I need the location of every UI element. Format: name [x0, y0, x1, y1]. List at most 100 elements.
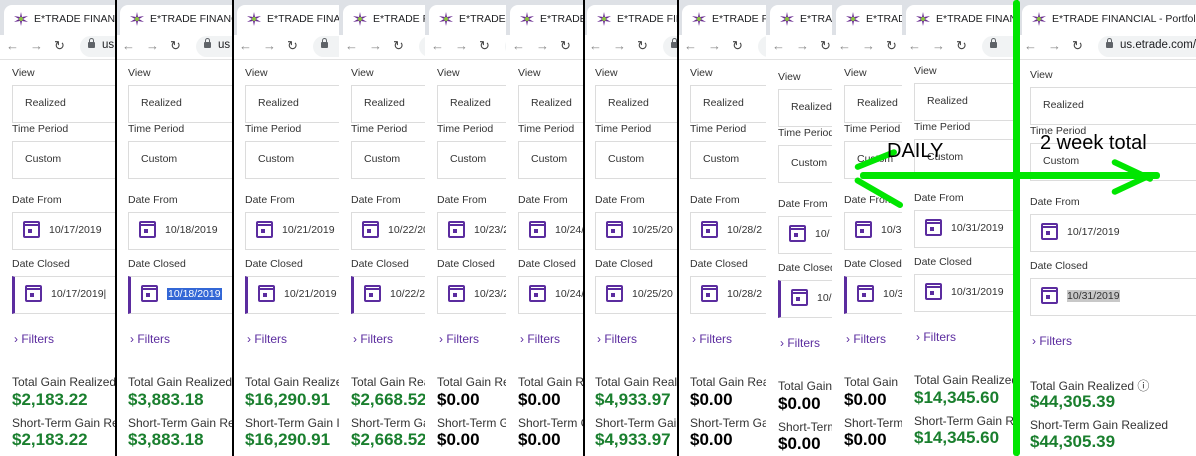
browser-tab[interactable]: E*TRADE FINANC	[429, 5, 506, 35]
calendar-icon[interactable]	[364, 285, 381, 302]
view-select[interactable]: Realized	[914, 83, 1016, 121]
reload-icon[interactable]: ↻	[820, 38, 831, 54]
calendar-icon[interactable]	[606, 285, 623, 302]
reload-icon[interactable]: ↻	[886, 38, 897, 54]
date-closed-input[interactable]: 10/	[778, 280, 832, 318]
reload-icon[interactable]: ↻	[637, 38, 648, 54]
back-icon[interactable]: ←	[512, 38, 525, 54]
browser-tab[interactable]: E*TRADE FINANC	[587, 5, 678, 35]
reload-icon[interactable]: ↻	[560, 38, 571, 54]
time-period-select[interactable]: Custom	[437, 141, 506, 179]
date-closed-input[interactable]: 10/21/2019	[245, 276, 339, 314]
date-from-input[interactable]: 10/23/20	[437, 212, 506, 250]
date-from-input[interactable]: 10/18/2019	[128, 212, 232, 250]
filters-toggle[interactable]: › Filters	[846, 332, 886, 346]
time-period-select[interactable]: Custom	[778, 145, 832, 183]
date-closed-input[interactable]: 10/23/20	[437, 276, 506, 314]
date-from-input[interactable]: 10/31/2019	[914, 210, 1016, 248]
filters-toggle[interactable]: › Filters	[780, 336, 820, 350]
calendar-icon[interactable]	[258, 285, 275, 302]
calendar-icon[interactable]	[362, 221, 379, 238]
date-closed-input[interactable]: 10/18/2019	[128, 276, 232, 314]
time-period-select[interactable]: Custom	[690, 141, 766, 179]
address-bar[interactable]	[982, 36, 1016, 57]
address-bar[interactable]: us	[196, 36, 232, 57]
calendar-icon[interactable]	[529, 285, 546, 302]
calendar-icon[interactable]	[701, 285, 718, 302]
calendar-icon[interactable]	[606, 221, 623, 238]
back-icon[interactable]: ←	[589, 38, 602, 54]
date-closed-input[interactable]: 10/17/2019|	[12, 276, 115, 314]
calendar-icon[interactable]	[529, 221, 546, 238]
time-period-select[interactable]: Custom	[245, 141, 339, 179]
browser-tab[interactable]: E*TRADE FINAN	[510, 5, 583, 35]
calendar-icon[interactable]	[256, 221, 273, 238]
calendar-icon[interactable]	[701, 221, 718, 238]
address-bar[interactable]: us.etrade.com/	[1098, 36, 1196, 57]
address-bar[interactable]	[758, 36, 766, 57]
calendar-icon[interactable]	[855, 221, 872, 238]
time-period-select[interactable]: Custom	[595, 141, 678, 179]
filters-toggle[interactable]: › Filters	[439, 332, 479, 346]
forward-icon[interactable]: →	[1048, 38, 1061, 54]
filters-toggle[interactable]: › Filters	[130, 332, 170, 346]
reload-icon[interactable]: ↻	[956, 38, 967, 54]
reload-icon[interactable]: ↻	[479, 38, 490, 54]
browser-tab[interactable]: E*TRADE FINANCI	[237, 5, 339, 35]
date-closed-input[interactable]: 10/25/20	[595, 276, 678, 314]
view-select[interactable]: Realized	[437, 85, 506, 123]
back-icon[interactable]: ←	[239, 38, 252, 54]
filters-toggle[interactable]: › Filters	[520, 332, 560, 346]
view-select[interactable]: Realized	[1030, 87, 1196, 125]
view-select[interactable]: Realized	[518, 85, 583, 123]
filters-toggle[interactable]: › Filters	[692, 332, 732, 346]
calendar-icon[interactable]	[141, 285, 158, 302]
view-select[interactable]: Realized	[128, 85, 232, 123]
calendar-icon[interactable]	[25, 285, 42, 302]
address-bar[interactable]	[313, 36, 339, 57]
filters-toggle[interactable]: › Filters	[1032, 334, 1072, 348]
view-select[interactable]: Realized	[12, 85, 115, 123]
date-from-input[interactable]: 10/3	[844, 212, 902, 250]
forward-icon[interactable]: →	[862, 38, 875, 54]
back-icon[interactable]: ←	[684, 38, 697, 54]
date-from-input[interactable]: 10/21/2019	[245, 212, 339, 250]
date-closed-input[interactable]: 10/22/201	[351, 276, 425, 314]
back-icon[interactable]: ←	[1024, 38, 1037, 54]
reload-icon[interactable]: ↻	[732, 38, 743, 54]
forward-icon[interactable]: →	[369, 38, 382, 54]
calendar-icon[interactable]	[925, 283, 942, 300]
forward-icon[interactable]: →	[708, 38, 721, 54]
browser-tab[interactable]: E*TRADE FINANCIAL - Portfolios	[1022, 5, 1196, 35]
view-select[interactable]: Realized	[595, 85, 678, 123]
calendar-icon[interactable]	[1041, 287, 1058, 304]
forward-icon[interactable]: →	[455, 38, 468, 54]
time-period-select[interactable]: Custom	[351, 141, 425, 179]
view-select[interactable]: Realized	[690, 85, 766, 123]
browser-tab[interactable]: E*TRADE FINANCIAL	[906, 5, 1016, 35]
back-icon[interactable]: ←	[6, 38, 19, 54]
reload-icon[interactable]: ↻	[287, 38, 298, 54]
reload-icon[interactable]: ↻	[1072, 38, 1083, 54]
view-select[interactable]: Realized	[844, 85, 902, 123]
date-closed-input[interactable]: 10/31/2019	[914, 274, 1016, 312]
view-select[interactable]: Realized	[245, 85, 339, 123]
calendar-icon[interactable]	[23, 221, 40, 238]
browser-tab[interactable]: E*TRADE FINANC	[343, 5, 425, 35]
reload-icon[interactable]: ↻	[393, 38, 404, 54]
browser-tab[interactable]: E*TRADE FINANCIAL	[4, 5, 115, 35]
reload-icon[interactable]: ↻	[54, 38, 65, 54]
calendar-icon[interactable]	[139, 221, 156, 238]
forward-icon[interactable]: →	[146, 38, 159, 54]
forward-icon[interactable]: →	[30, 38, 43, 54]
calendar-icon[interactable]	[448, 221, 465, 238]
calendar-icon[interactable]	[857, 285, 874, 302]
back-icon[interactable]: ←	[838, 38, 851, 54]
filters-toggle[interactable]: › Filters	[247, 332, 287, 346]
browser-tab[interactable]: E*TRADE FINANCIAL	[120, 5, 232, 35]
browser-tab[interactable]: E*TRADE FINANC	[682, 5, 766, 35]
filters-toggle[interactable]: › Filters	[597, 332, 637, 346]
time-period-select[interactable]: Custom	[12, 141, 115, 179]
date-from-input[interactable]: 10/22/201	[351, 212, 425, 250]
view-select[interactable]: Realized	[778, 89, 832, 127]
